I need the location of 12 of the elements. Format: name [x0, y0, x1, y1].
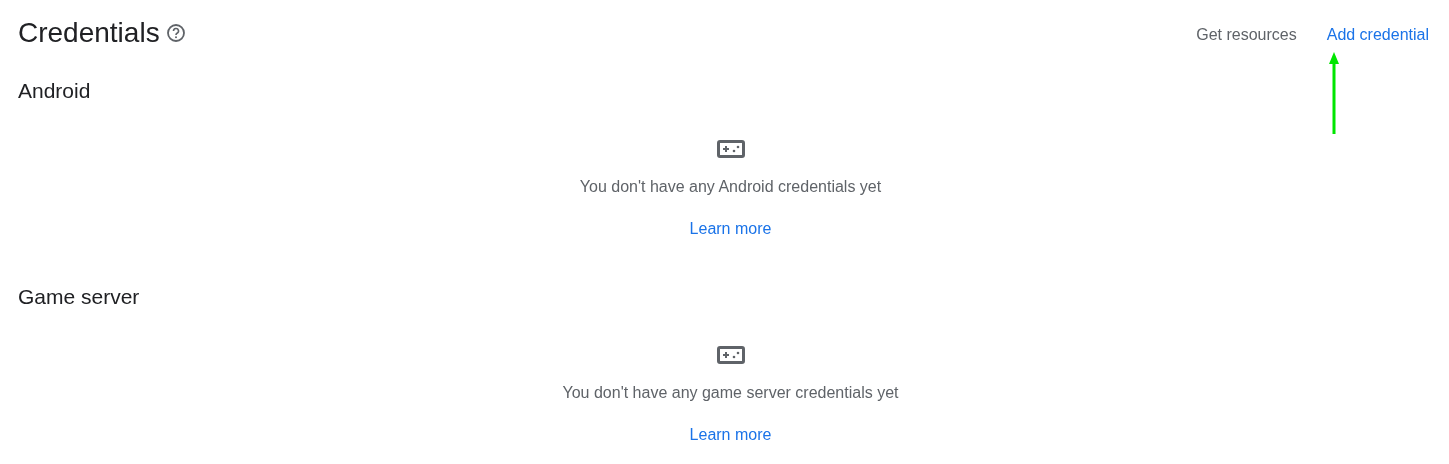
empty-state-message: You don't have any game server credentials yet — [562, 383, 899, 403]
gamepad-icon — [716, 140, 745, 158]
learn-more-link[interactable]: Learn more — [689, 217, 772, 241]
section-heading: Android — [17, 78, 92, 104]
empty-state-message: You don't have any Android credentials yet — [579, 177, 882, 197]
get-resources-link[interactable]: Get resources — [1196, 23, 1297, 47]
help-icon[interactable] — [165, 23, 186, 43]
learn-more-link[interactable]: Learn more — [689, 423, 772, 447]
add-credential-link[interactable]: Add credential — [1326, 23, 1429, 47]
page-title: Credentials — [18, 16, 160, 50]
gamepad-icon — [716, 346, 745, 364]
section-heading: Game server — [17, 284, 141, 310]
